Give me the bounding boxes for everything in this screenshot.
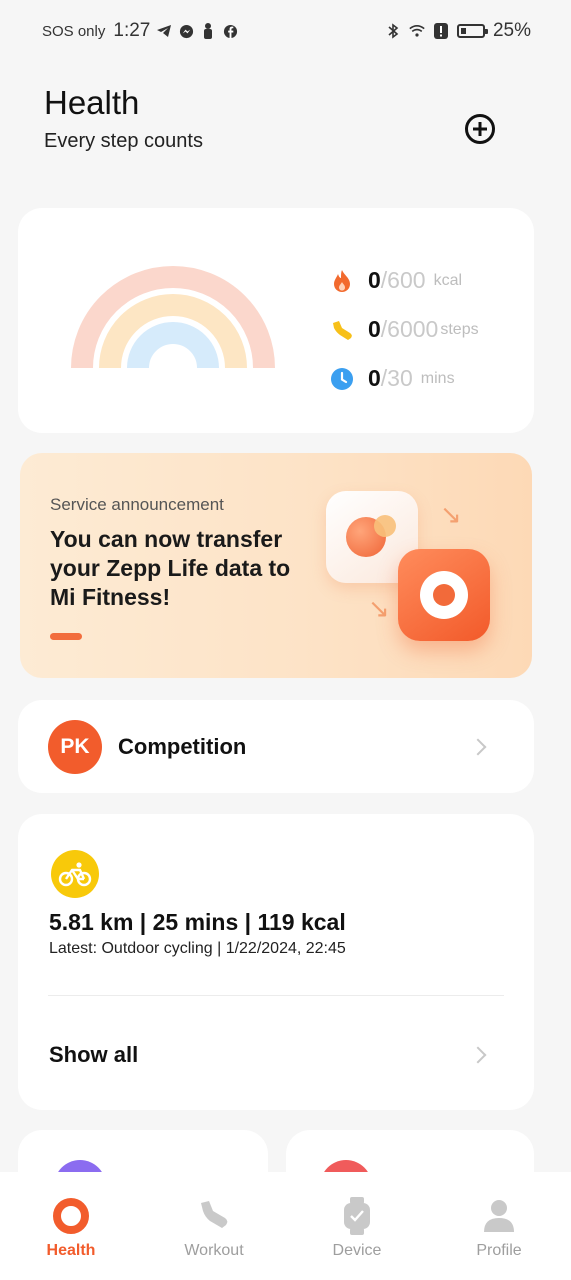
nav-label: Health (46, 1242, 96, 1259)
facebook-icon (222, 23, 238, 39)
minutes-stat: 0 /30 mins (330, 354, 479, 403)
competition-title: Competition (118, 734, 247, 759)
battery-icon (456, 24, 488, 38)
chevron-right-icon (469, 1046, 487, 1064)
activity-rings (71, 266, 275, 370)
transfer-arrow-icon: ↘ (440, 499, 462, 529)
minutes-unit: mins (420, 369, 455, 387)
page-title: Health (44, 84, 140, 121)
clock: 1:27 (113, 20, 151, 41)
announcement-banner[interactable]: Service announcement You can now transfe… (20, 453, 532, 678)
watch-icon (302, 1196, 412, 1236)
announcement-tag: Service announcement (50, 495, 224, 514)
minutes-goal: /30 (380, 365, 413, 391)
mi-fitness-app-icon (398, 549, 490, 641)
page-header: Health Every step counts (44, 84, 203, 153)
flame-icon (330, 269, 354, 293)
page-subtitle: Every step counts (44, 130, 203, 152)
steps-value: 0 (368, 316, 381, 342)
shoe-icon (330, 318, 354, 342)
calories-goal: /600 (380, 267, 426, 293)
minutes-value: 0 (368, 365, 381, 391)
nav-label: Profile (476, 1242, 522, 1259)
nav-device[interactable]: Device (302, 1196, 412, 1260)
workout-summary: 5.81 km | 25 mins | 119 kcal (49, 909, 346, 935)
nav-label: Device (332, 1242, 382, 1259)
calories-stat: 0 /600 kcal (330, 256, 479, 305)
nav-label: Workout (184, 1242, 244, 1259)
bluetooth-icon (385, 23, 401, 39)
wifi-icon (409, 23, 425, 39)
telegram-icon (156, 23, 172, 39)
divider (48, 995, 504, 996)
messenger-icon (178, 23, 194, 39)
calories-value: 0 (368, 267, 381, 293)
activity-stats: 0 /600 kcal 0 /6000 steps 0 /30 mins (330, 256, 479, 403)
chevron-right-icon (469, 738, 487, 756)
notification-icon (200, 23, 216, 39)
ring-center (169, 364, 177, 370)
steps-unit: steps (440, 320, 479, 338)
steps-stat: 0 /6000 steps (330, 305, 479, 354)
announcement-message: You can now transfer your Zepp Life data… (50, 526, 291, 610)
status-bar: SOS only 1:27 25% (0, 0, 571, 64)
workout-latest: Latest: Outdoor cycling | 1/22/2024, 22:… (49, 940, 346, 957)
minutes-ring (127, 322, 219, 369)
alert-icon (433, 23, 449, 39)
shoe-icon (159, 1196, 269, 1236)
pk-badge: PK (48, 720, 102, 774)
health-ring-icon (16, 1196, 126, 1236)
calories-unit: kcal (433, 271, 463, 289)
clock-icon (330, 367, 354, 391)
carrier-label: SOS only (42, 22, 106, 40)
carousel-indicator (50, 633, 82, 640)
steps-goal: /6000 (380, 316, 439, 342)
bottom-nav: Health Workout Device Profile (0, 1172, 571, 1280)
activity-rings-card[interactable]: 0 /600 kcal 0 /6000 steps 0 /30 mins (18, 208, 534, 433)
nav-profile[interactable]: Profile (444, 1196, 554, 1260)
transfer-arrow-icon: ↘ (368, 593, 390, 623)
person-icon (444, 1196, 554, 1236)
competition-card[interactable]: PK Competition (18, 700, 534, 793)
workout-card[interactable]: 5.81 km | 25 mins | 119 kcal Latest: Out… (18, 814, 534, 1110)
nav-workout[interactable]: Workout (159, 1196, 269, 1260)
add-button[interactable] (465, 114, 495, 144)
show-all-link[interactable]: Show all (49, 1042, 138, 1068)
nav-health[interactable]: Health (16, 1196, 126, 1260)
bicycle-icon (51, 850, 99, 898)
battery-percent: 25% (492, 20, 531, 41)
